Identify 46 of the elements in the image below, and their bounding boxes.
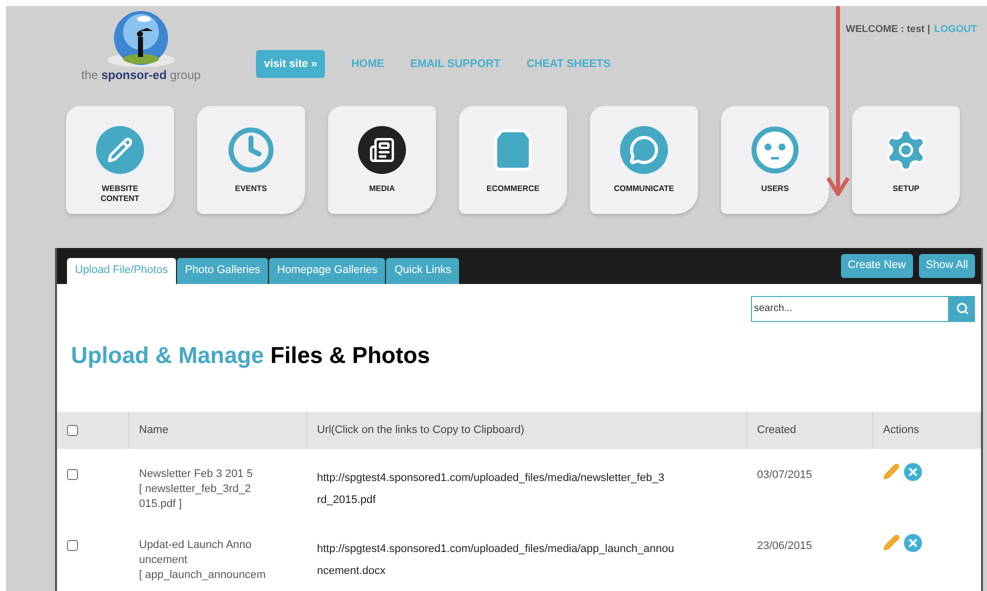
delete-icon[interactable] bbox=[904, 534, 922, 552]
welcome-text: WELCOME : test | bbox=[846, 23, 930, 37]
tab[interactable]: Photo Galleries bbox=[176, 258, 268, 284]
row-checkbox[interactable] bbox=[67, 469, 78, 480]
face-icon bbox=[751, 126, 799, 174]
logout-link[interactable]: LOGOUT bbox=[934, 22, 977, 37]
select-all-checkbox[interactable] bbox=[67, 425, 78, 436]
module-tile[interactable]: ECOMMERCE bbox=[459, 106, 567, 214]
tab[interactable]: Quick Links bbox=[386, 258, 460, 284]
tab[interactable]: Upload File/Photos bbox=[67, 258, 176, 284]
nav-link[interactable]: EMAIL SUPPORT bbox=[410, 56, 500, 72]
column-header: Name bbox=[129, 412, 307, 449]
nav-link[interactable]: HOME bbox=[351, 56, 384, 72]
header-button[interactable]: Create New bbox=[840, 254, 913, 278]
delete-icon[interactable] bbox=[904, 463, 922, 481]
page-heading: Upload & Manage Files & Photos bbox=[71, 340, 432, 370]
visit-site-button[interactable]: visit site » bbox=[256, 50, 326, 78]
name-cell-text: Newsletter Feb 3 201 5 [ newsletter_feb_3rd_2 015.pdf ] bbox=[138, 467, 254, 512]
column-header: Created bbox=[747, 412, 873, 449]
module-tile[interactable]: SETUP bbox=[852, 106, 960, 214]
search-icon[interactable] bbox=[949, 296, 975, 322]
url-cell-text: http://spgtest4.sponsored1.com/uploaded_files/media/newsletter_feb_3 rd_2015.pdf bbox=[316, 471, 666, 508]
logo-text: the sponsor-ed group bbox=[81, 68, 201, 82]
nav-link[interactable]: CHEAT SHEETS bbox=[526, 56, 611, 72]
tab[interactable]: Homepage Galleries bbox=[269, 258, 386, 284]
pencil-icon bbox=[96, 126, 144, 174]
date-cell-text: 03/07/2015 bbox=[756, 468, 814, 483]
module-tile[interactable]: USERS bbox=[721, 106, 829, 214]
column-header: Url(Click on the links to Copy to Clipboard) bbox=[307, 412, 747, 449]
date-cell-text: 23/06/2015 bbox=[756, 539, 814, 554]
row-checkbox[interactable] bbox=[67, 540, 78, 551]
newspaper-icon bbox=[358, 126, 406, 174]
pencil-icon[interactable] bbox=[883, 534, 900, 551]
speech-bubble-icon bbox=[620, 126, 668, 174]
clock-icon bbox=[227, 126, 275, 174]
pencil-icon[interactable] bbox=[883, 463, 900, 480]
logo-drawing bbox=[106, 10, 176, 68]
header-button[interactable]: Show All bbox=[918, 254, 975, 278]
module-tile[interactable]: WEBSITE CONTENT bbox=[66, 106, 174, 214]
module-tile[interactable]: COMMUNICATE bbox=[590, 106, 698, 214]
module-tile[interactable]: EVENTS bbox=[197, 106, 305, 214]
search-field[interactable]: search... bbox=[751, 296, 949, 322]
column-header: Actions bbox=[873, 412, 981, 449]
module-tile[interactable]: MEDIA bbox=[328, 106, 436, 214]
name-cell-text: Updat-ed Launch Anno uncement [ app_launch_announcem bbox=[138, 538, 267, 583]
url-cell-text: http://spgtest4.sponsored1.com/uploaded_files/media/app_launch_annou ncement.docx bbox=[316, 542, 676, 579]
